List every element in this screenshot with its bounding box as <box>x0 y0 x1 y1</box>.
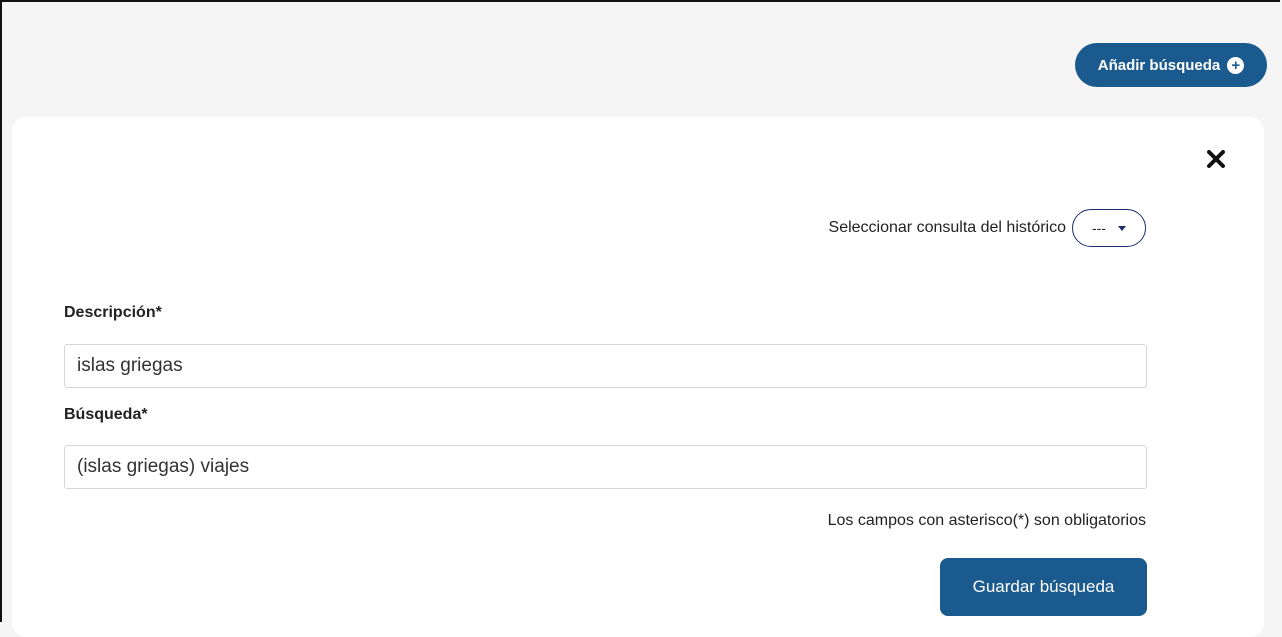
close-icon[interactable] <box>1204 147 1228 171</box>
history-label: Seleccionar consulta del histórico <box>828 219 1066 236</box>
description-input[interactable] <box>64 344 1147 388</box>
plus-circle-icon: + <box>1227 56 1245 74</box>
history-dropdown[interactable]: --- <box>1072 209 1146 247</box>
history-selected-value: --- <box>1092 220 1106 236</box>
caret-down-icon <box>1118 225 1126 231</box>
add-search-button[interactable]: Añadir búsqueda + <box>1075 43 1267 87</box>
search-form-panel: Seleccionar consulta del histórico --- D… <box>12 117 1264 637</box>
required-fields-note: Los campos con asterisco(*) son obligato… <box>827 512 1146 529</box>
save-search-button[interactable]: Guardar búsqueda <box>940 558 1147 616</box>
history-selector: Seleccionar consulta del histórico --- <box>829 209 1146 247</box>
description-label: Descripción* <box>64 304 162 321</box>
page-frame: Añadir búsqueda + Seleccionar consulta d… <box>0 0 1280 637</box>
search-label: Búsqueda* <box>64 406 148 423</box>
search-input[interactable] <box>64 445 1147 489</box>
add-search-label: Añadir búsqueda <box>1097 56 1221 74</box>
